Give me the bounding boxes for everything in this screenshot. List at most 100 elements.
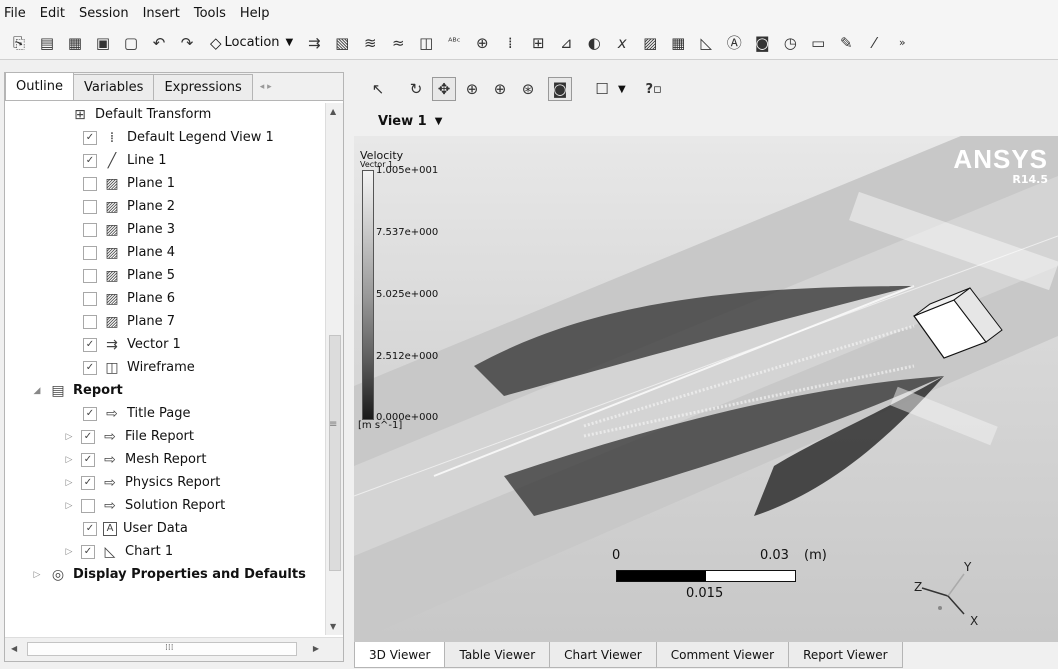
tree-item-physics-report[interactable]: ▷ ✓ ⇨ Physics Report	[63, 471, 221, 494]
checkbox[interactable]: ✓	[83, 406, 97, 421]
zoom-icon[interactable]: ⊕	[460, 77, 484, 101]
tree-item-plane-4[interactable]: ▨ Plane 4	[83, 241, 175, 264]
tab-3d-viewer[interactable]: 3D Viewer	[354, 642, 446, 668]
layout-icon[interactable]: ☐	[590, 77, 614, 101]
tab-variables[interactable]: Variables	[73, 74, 155, 100]
expanded-arrow-icon[interactable]: ◢	[31, 386, 43, 396]
new-icon[interactable]: ⎘	[8, 32, 30, 54]
menu-session[interactable]: Session	[79, 6, 129, 21]
menu-insert[interactable]: Insert	[143, 6, 180, 21]
checkbox[interactable]: ✓	[83, 337, 97, 352]
tree-item-default-legend-view[interactable]: ✓ ⁞ Default Legend View 1	[83, 126, 274, 149]
volume-icon[interactable]: ≈	[387, 32, 409, 54]
scroll-left-icon[interactable]: ◀	[11, 644, 17, 653]
pan-icon[interactable]: ✥	[432, 77, 456, 101]
scroll-right-icon[interactable]: ▶	[313, 644, 319, 653]
tab-report-viewer[interactable]: Report Viewer	[788, 642, 903, 668]
checkbox[interactable]	[83, 199, 97, 214]
tab-scroll-arrows[interactable]: ◂ ▸	[260, 74, 272, 100]
scroll-down-icon[interactable]: ▼	[330, 622, 336, 631]
tree-item-plane-6[interactable]: ▨ Plane 6	[83, 287, 175, 310]
light-icon[interactable]: ◐	[583, 32, 605, 54]
tab-table-viewer[interactable]: Table Viewer	[444, 642, 551, 668]
menu-tools[interactable]: Tools	[194, 6, 226, 21]
streamline-icon[interactable]: ≋	[359, 32, 381, 54]
help-icon[interactable]: ?▫	[642, 77, 666, 101]
comment-icon[interactable]: Ⓐ	[723, 32, 745, 54]
tree-item-chart-1[interactable]: ▷ ✓ ◺ Chart 1	[63, 540, 174, 563]
tree-item-default-transform[interactable]: ⊞ Default Transform	[71, 103, 211, 126]
checkbox[interactable]	[83, 222, 97, 237]
checkbox[interactable]	[81, 498, 95, 513]
tree-item-plane-2[interactable]: ▨ Plane 2	[83, 195, 175, 218]
table-icon[interactable]: ▦	[667, 32, 689, 54]
color-icon[interactable]: ⊿	[555, 32, 577, 54]
vertical-scrollbar[interactable]: ▲ ≡ ▼	[325, 103, 343, 635]
tree-item-wireframe[interactable]: ✓ ◫ Wireframe	[83, 356, 195, 379]
tab-chart-viewer[interactable]: Chart Viewer	[549, 642, 657, 668]
collapsed-arrow-icon[interactable]: ▷	[31, 570, 43, 580]
checkbox[interactable]: ✓	[81, 475, 95, 490]
expression-icon[interactable]: ▨	[639, 32, 661, 54]
tree-item-line-1[interactable]: ✓ ╱ Line 1	[83, 149, 167, 172]
tree-item-display-properties[interactable]: ▷ ◎ Display Properties and Defaults	[31, 563, 306, 586]
view-selector[interactable]: View 1 ▼	[354, 106, 1058, 136]
location-dropdown[interactable]: ◇ Location ▼	[210, 34, 293, 52]
checkbox[interactable]: ✓	[83, 130, 97, 145]
checkbox[interactable]: ✓	[83, 360, 97, 375]
collapsed-arrow-icon[interactable]: ▷	[63, 501, 75, 511]
checkbox[interactable]	[83, 176, 97, 191]
time-icon[interactable]: ◷	[779, 32, 801, 54]
tab-comment-viewer[interactable]: Comment Viewer	[655, 642, 790, 668]
tree-item-report[interactable]: ◢ ▤ Report	[31, 379, 123, 402]
probe-icon[interactable]: ⁄	[863, 32, 885, 54]
undo-icon[interactable]: ↶	[148, 32, 170, 54]
checkbox[interactable]: ✓	[81, 544, 95, 559]
checkbox[interactable]	[83, 291, 97, 306]
checkbox[interactable]	[83, 268, 97, 283]
redo-icon[interactable]: ↷	[176, 32, 198, 54]
tree-item-plane-3[interactable]: ▨ Plane 3	[83, 218, 175, 241]
tree-item-plane-7[interactable]: ▨ Plane 7	[83, 310, 175, 333]
tab-outline[interactable]: Outline	[5, 72, 75, 100]
scrollbar-thumb[interactable]	[329, 335, 341, 571]
tree-item-file-report[interactable]: ▷ ✓ ⇨ File Report	[63, 425, 194, 448]
collapsed-arrow-icon[interactable]: ▷	[63, 478, 75, 488]
tree-item-title-page[interactable]: ✓ ⇨ Title Page	[83, 402, 190, 425]
contour-icon[interactable]: ▧	[331, 32, 353, 54]
print-icon[interactable]: ▣	[92, 32, 114, 54]
zoom-fit-icon[interactable]: ⊛	[516, 77, 540, 101]
legend-icon[interactable]: ⁞	[499, 32, 521, 54]
save-icon[interactable]: ▦	[64, 32, 86, 54]
checkbox[interactable]	[83, 245, 97, 260]
transform-icon[interactable]: ⊞	[527, 32, 549, 54]
tree-item-vector-1[interactable]: ✓ ⇉ Vector 1	[83, 333, 181, 356]
tree-item-mesh-report[interactable]: ▷ ✓ ⇨ Mesh Report	[63, 448, 207, 471]
tree-item-plane-5[interactable]: ▨ Plane 5	[83, 264, 175, 287]
select-icon[interactable]: ↖	[366, 77, 390, 101]
horizontal-scrollbar[interactable]: ◀ ⁞⁞⁞ ▶	[5, 637, 343, 661]
variable-icon[interactable]: x	[611, 32, 633, 54]
text-icon[interactable]: ᴬᴮᶜ	[443, 32, 465, 54]
menu-edit[interactable]: Edit	[40, 6, 65, 21]
clip-icon[interactable]: ⊕	[471, 32, 493, 54]
chevron-down-icon[interactable]: ▼	[618, 84, 626, 95]
checkbox[interactable]	[83, 314, 97, 329]
zoom-box-icon[interactable]: ⊕	[488, 77, 512, 101]
chart-icon[interactable]: ◺	[695, 32, 717, 54]
collapsed-arrow-icon[interactable]: ▷	[63, 547, 75, 557]
checkbox[interactable]: ✓	[81, 429, 95, 444]
scroll-up-icon[interactable]: ▲	[330, 107, 336, 116]
collapsed-arrow-icon[interactable]: ▷	[63, 432, 75, 442]
rotate-icon[interactable]: ↻	[404, 77, 428, 101]
checkbox[interactable]: ✓	[83, 521, 97, 536]
image-icon[interactable]: ▢	[120, 32, 142, 54]
fit-view-icon[interactable]: ◙	[548, 77, 572, 101]
tree-item-solution-report[interactable]: ▷ ⇨ Solution Report	[63, 494, 226, 517]
animation-icon[interactable]: ▭	[807, 32, 829, 54]
tab-expressions[interactable]: Expressions	[153, 74, 253, 100]
isosurface-icon[interactable]: ◫	[415, 32, 437, 54]
checkbox[interactable]: ✓	[81, 452, 95, 467]
vector-icon[interactable]: ⇉	[303, 32, 325, 54]
open-icon[interactable]: ▤	[36, 32, 58, 54]
